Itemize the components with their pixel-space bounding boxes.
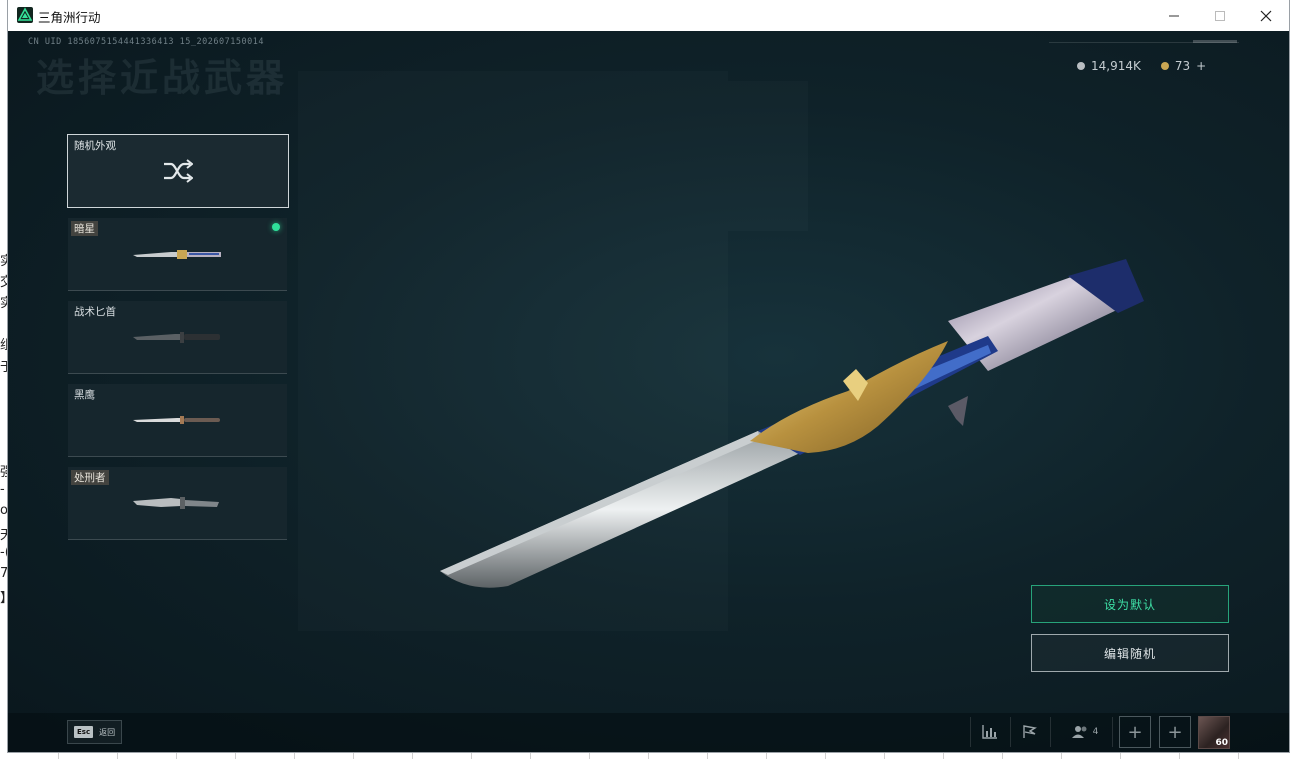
bottom-bar: Esc 返回 4 + + 60 (8, 713, 1289, 752)
edit-random-button[interactable]: 编辑随机 (1031, 634, 1229, 672)
background-text: o (0, 503, 8, 518)
app-logo-icon (17, 7, 33, 23)
window-title: 三角洲行动 (38, 10, 101, 25)
weapon-item-executioner[interactable]: 处刑者 (68, 467, 287, 540)
close-button[interactable] (1243, 0, 1289, 31)
friends-icon (1071, 726, 1087, 738)
knife-thumbnail (133, 416, 220, 424)
background-text: - (0, 482, 5, 497)
knife-preview-model (440, 259, 1144, 588)
spreadsheet-grid (0, 751, 1296, 759)
knife-thumbnail (133, 332, 220, 343)
invite-slot-button[interactable]: + (1119, 716, 1151, 748)
add-currency-button[interactable]: + (1196, 59, 1206, 73)
equipped-indicator (272, 223, 280, 231)
invite-slot-button[interactable]: + (1159, 716, 1191, 748)
weapon-item-black-hawk[interactable]: 黑鹰 (68, 384, 287, 457)
gold-coin-icon (1160, 62, 1169, 70)
silver-coin-icon (1077, 62, 1085, 70)
silver-amount: 14,914K (1091, 59, 1141, 73)
weapon-name: 暗星 (71, 221, 98, 236)
set-default-button[interactable]: 设为默认 (1031, 585, 1229, 623)
shuffle-icon (163, 159, 194, 187)
player-uid: CN UID 1856075154441336413 15_2026071500… (28, 37, 264, 47)
game-window: 三角洲行动 CN UID 1856075154441336413 15_2026… (8, 0, 1289, 752)
game-scene: CN UID 1856075154441336413 15_2026071500… (8, 31, 1289, 752)
back-button[interactable]: Esc 返回 (67, 720, 123, 744)
divider (1050, 717, 1051, 747)
maximize-button[interactable] (1197, 0, 1243, 31)
weapon-item-dark-star[interactable]: 暗星 (68, 218, 287, 291)
random-skin-card[interactable]: 随机外观 (67, 134, 289, 208)
friends-button[interactable]: 4 (1058, 716, 1112, 748)
knife-thumbnail (133, 250, 221, 259)
weapon-item-tactical-dagger[interactable]: 战术匕首 (68, 301, 287, 374)
player-level: 60 (1215, 738, 1228, 748)
stats-chart-icon[interactable] (971, 716, 1009, 748)
player-avatar[interactable]: 60 (1198, 716, 1230, 749)
backdrop-panel (728, 81, 808, 231)
gold-amount: 73 (1174, 59, 1191, 73)
knife-thumbnail (133, 497, 219, 509)
back-label: 返回 (99, 727, 116, 737)
flag-icon[interactable] (1011, 716, 1049, 748)
friend-count: 4 (1092, 727, 1099, 737)
page-title: 选择近战武器 (36, 56, 289, 100)
divider (1193, 40, 1237, 43)
random-skin-label: 随机外观 (74, 140, 116, 152)
weapon-name: 处刑者 (71, 470, 109, 485)
weapon-name: 战术匕首 (74, 306, 116, 318)
currency-display: 14,914K 73 + (1049, 40, 1239, 77)
weapon-name: 黑鹰 (74, 389, 95, 401)
title-bar[interactable]: 三角洲行动 (8, 0, 1289, 32)
esc-key-hint: Esc (74, 726, 94, 738)
minimize-button[interactable] (1151, 0, 1197, 31)
divider (1112, 717, 1113, 747)
